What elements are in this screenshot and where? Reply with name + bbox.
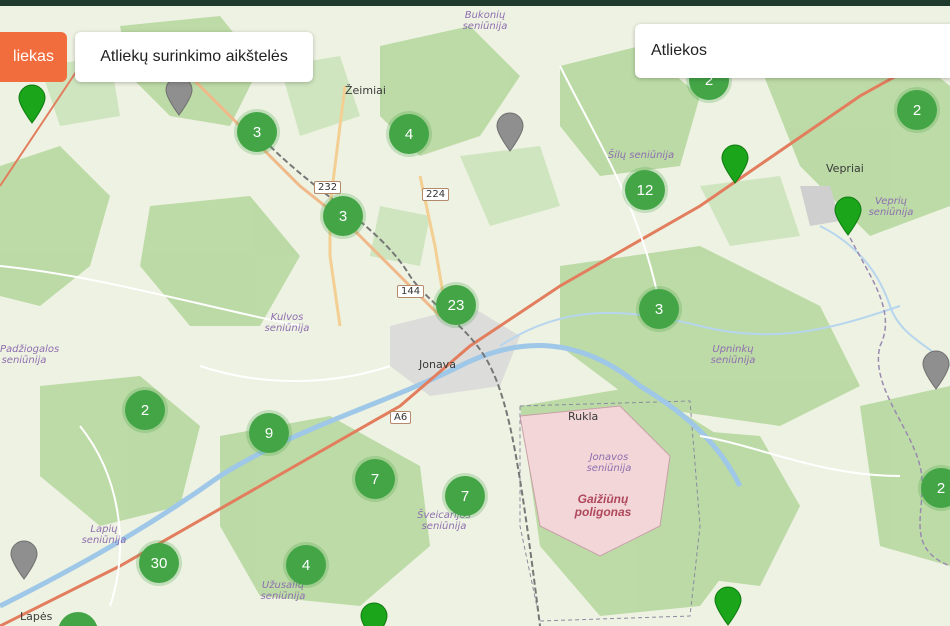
road-shield: 224 <box>422 188 450 201</box>
marker-cluster[interactable]: 2 <box>125 390 165 430</box>
ward-label: Veprių seniūnija <box>868 196 914 218</box>
marker-cluster[interactable]: 4 <box>389 114 429 154</box>
location-pin-icon[interactable] <box>495 112 525 152</box>
filter-collection-sites-button[interactable]: Atliekų surinkimo aikštelės <box>75 32 313 82</box>
map-background <box>0 6 950 626</box>
ward-label: Jonavos seniūnija <box>586 452 632 474</box>
ward-label: Padžiogalos seniūnija <box>0 344 60 366</box>
road-shield: A6 <box>390 411 412 424</box>
location-pin-icon[interactable] <box>164 76 194 116</box>
location-pin-icon[interactable] <box>713 586 743 626</box>
ward-label: Upninkų seniūnija <box>710 344 756 366</box>
marker-cluster[interactable]: 7 <box>355 459 395 499</box>
marker-cluster[interactable]: 3 <box>323 196 363 236</box>
location-pin-icon[interactable] <box>921 350 950 390</box>
marker-cluster[interactable]: 3 <box>639 289 679 329</box>
marker-cluster[interactable]: 23 <box>436 285 476 325</box>
marker-cluster[interactable]: 12 <box>625 170 665 210</box>
location-pin-icon[interactable] <box>720 144 750 184</box>
marker-cluster[interactable]: 9 <box>249 413 289 453</box>
marker-cluster[interactable]: 30 <box>139 543 179 583</box>
location-pin-icon[interactable] <box>9 540 39 580</box>
ward-label: Šilų seniūnija <box>607 150 675 161</box>
town-label: Jonava <box>419 358 456 371</box>
filter-waste-button[interactable]: liekas <box>0 32 67 82</box>
poligon-label: Gaižiūnų poligonas <box>574 492 632 519</box>
top-app-bar <box>0 0 950 6</box>
town-label: Rukla <box>568 410 599 423</box>
town-label: Lapės <box>20 610 53 623</box>
town-label: Vepriai <box>826 162 864 175</box>
location-pin-icon[interactable] <box>833 196 863 236</box>
marker-cluster[interactable]: 2 <box>897 90 937 130</box>
road-shield: 144 <box>397 285 425 298</box>
marker-cluster[interactable]: 4 <box>286 545 326 585</box>
location-pin-icon[interactable] <box>359 602 389 626</box>
town-label: Žeimiai <box>345 84 386 97</box>
marker-cluster[interactable]: 7 <box>445 476 485 516</box>
search-field[interactable] <box>635 24 950 78</box>
map-canvas[interactable]: Žeimiai Vepriai Jonava Rukla Lapės Bukon… <box>0 6 950 626</box>
marker-cluster[interactable]: 3 <box>237 112 277 152</box>
search-input[interactable] <box>635 24 931 78</box>
ward-label: Kulvos seniūnija <box>264 312 310 334</box>
location-pin-icon[interactable] <box>17 84 47 124</box>
ward-label: Lapių seniūnija <box>81 524 127 546</box>
road-shield: 232 <box>314 181 342 194</box>
ward-label: Bukonių seniūnija <box>462 10 508 32</box>
